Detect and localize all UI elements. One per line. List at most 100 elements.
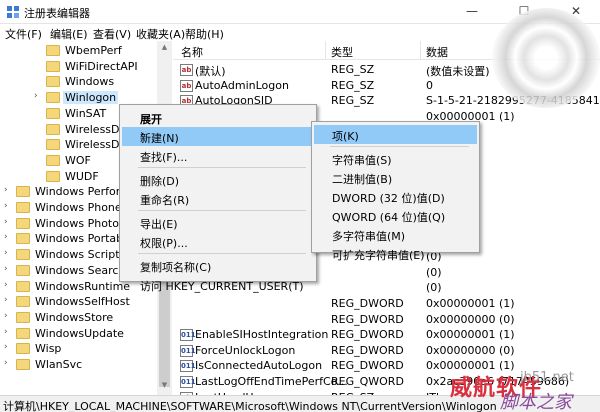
menu-item[interactable]: 删除(D)	[122, 170, 314, 189]
menu-item[interactable]: 新建(N) ›	[122, 127, 314, 146]
folder-icon	[46, 107, 60, 119]
menu-item[interactable]: QWORD (64 位)值(Q)	[314, 206, 477, 225]
tree-item-label: Windows Script	[35, 248, 120, 262]
expand-arrow-icon[interactable]: ›	[4, 248, 14, 258]
menu-item[interactable]: 多字符串值(M)	[314, 225, 477, 244]
tree-item[interactable]: › WlanSvc	[4, 357, 171, 373]
value-type: REG_DWORD	[331, 359, 404, 373]
tree-item[interactable]: › WindowsUpdate	[4, 326, 171, 342]
expand-arrow-icon[interactable]: ›	[4, 185, 14, 195]
value-data: 0x00000001 (1)	[426, 328, 515, 342]
column-type[interactable]: 类型	[331, 44, 353, 60]
expand-arrow-icon[interactable]: ›	[4, 201, 14, 211]
expand-arrow-icon[interactable]: ›	[4, 264, 14, 274]
menu-item-label: 复制项名称(C)	[140, 261, 212, 274]
menu-item-label: 重命名(R)	[140, 194, 190, 207]
folder-icon	[46, 76, 60, 88]
string-value-icon: ab	[180, 64, 193, 76]
tree-item-label: WinSAT	[65, 106, 107, 120]
expand-arrow-icon[interactable]: ›	[4, 295, 14, 305]
scroll-down-icon[interactable]: ▼	[157, 381, 172, 393]
value-row[interactable]: REG_DWORD 0x00000000 (0)	[173, 312, 600, 328]
menu-view[interactable]: 查看(V)	[93, 26, 131, 42]
menu-item[interactable]: 复制项名称(C)	[122, 256, 314, 275]
menu-edit[interactable]: 编辑(E)	[50, 26, 88, 42]
value-type: REG_DWORD	[331, 343, 404, 357]
expand-arrow-icon[interactable]: ›	[34, 91, 44, 101]
tree-item-label: Windows Search	[35, 263, 126, 277]
value-type: REG_SZ	[331, 63, 375, 76]
watermark-url: jb51.net	[520, 370, 574, 385]
menu-item[interactable]: 导出(E)	[122, 213, 314, 232]
value-row[interactable]: 011 EnableSIHostIntegration REG_DWORD 0x000…	[173, 327, 600, 343]
tree-item[interactable]: › WindowsSelfHost	[4, 294, 171, 310]
expand-arrow-icon[interactable]: ›	[4, 327, 14, 337]
folder-icon	[16, 217, 30, 229]
minimize-button[interactable]: —	[456, 0, 488, 24]
menu-item[interactable]: DWORD (32 位)值(D)	[314, 187, 477, 206]
tree-item[interactable]: › WindowsStore	[4, 310, 171, 326]
folder-icon	[46, 45, 60, 56]
value-name: (默认)	[195, 65, 226, 78]
menu-item[interactable]: 权限(P)...	[122, 232, 314, 251]
folder-icon	[16, 249, 30, 261]
menu-item[interactable]: 重命名(R)	[122, 189, 314, 208]
value-name: ForceUnlockLogon	[195, 343, 296, 357]
value-type: REG_DWORD	[331, 297, 404, 310]
menu-item-label: 导出(E)	[140, 218, 178, 231]
menu-help[interactable]: 帮助(H)	[185, 26, 224, 42]
expand-arrow-icon[interactable]: ›	[4, 280, 14, 290]
folder-icon	[16, 327, 30, 339]
menu-item-label: 查找(F)...	[140, 151, 188, 164]
submenu-arrow-icon: ›	[140, 129, 144, 140]
menu-item[interactable]: 访问 HKEY_CURRENT_USER(T)	[122, 275, 314, 294]
menu-item-label: QWORD (64 位)值(Q)	[332, 211, 446, 224]
menu-file[interactable]: 文件(F)	[5, 26, 42, 42]
expand-arrow-icon[interactable]: ›	[4, 217, 14, 227]
tree-item[interactable]: Windows	[34, 74, 171, 90]
menu-item-label: 多字符串值(M)	[332, 230, 406, 243]
expand-arrow-icon[interactable]: ›	[4, 358, 14, 368]
value-name: AutoAdminLogon	[195, 78, 289, 92]
expand-arrow-icon[interactable]: ›	[4, 311, 14, 321]
value-type: REG_SZ	[331, 94, 375, 108]
value-row[interactable]: REG_DWORD 0x00000001 (1)	[173, 296, 600, 312]
tree-item-label: Windows	[65, 75, 115, 89]
menu-item-label: 字符串值(S)	[332, 154, 392, 167]
tree-item-label: WbemPerf	[65, 44, 122, 57]
tree-item[interactable]: WiFiDirectAPI	[34, 59, 171, 75]
tree-item[interactable]: › Wisp	[4, 341, 171, 357]
value-row[interactable]: 011 ForceUnlockLogon REG_DWORD 0x00000000 (…	[173, 343, 600, 359]
context-menu: 展开 新建(N) › 查找(F)... 删除(D) 重命名(R) 导出(E) 权限(P)...…	[119, 104, 317, 293]
value-type: REG_DWORD	[331, 328, 404, 342]
value-data: (数值未设置)	[426, 65, 490, 78]
menu-item[interactable]: 可扩充字符串值(E)	[314, 244, 477, 263]
menu-item-label: 项(K)	[332, 130, 359, 143]
value-type: REG_DWORD	[331, 312, 404, 326]
column-name[interactable]: 名称	[181, 44, 203, 60]
tree-item[interactable]: WbemPerf	[34, 43, 171, 59]
menu-item[interactable]: 查找(F)...	[122, 146, 314, 165]
scroll-up-icon[interactable]: ▲	[157, 43, 172, 55]
folder-icon	[16, 264, 30, 276]
menu-separator	[330, 146, 469, 147]
menu-item-label: 访问 HKEY_CURRENT_USER(T)	[140, 280, 304, 293]
expand-arrow-icon[interactable]: ›	[4, 342, 14, 352]
menu-item[interactable]: 字符串值(S)	[314, 149, 477, 168]
menu-favorites[interactable]: 收藏夹(A)	[136, 26, 185, 42]
menu-item[interactable]: 项(K)	[314, 125, 477, 144]
menu-item-label: 删除(D)	[140, 175, 180, 188]
menu-item-label: DWORD (32 位)值(D)	[332, 192, 445, 205]
menu-item[interactable]: 二进制值(B)	[314, 168, 477, 187]
value-type: REG_QWORD	[331, 375, 404, 388]
folder-icon	[16, 359, 30, 370]
string-value-icon: ab	[180, 79, 193, 92]
folder-icon	[46, 154, 60, 166]
expand-arrow-icon[interactable]: ›	[4, 232, 14, 242]
value-data: 0	[426, 78, 433, 92]
folder-icon	[16, 296, 30, 308]
tree-item-label: Wisp	[35, 342, 62, 356]
column-data[interactable]: 数据	[426, 44, 448, 60]
menu-item[interactable]: 展开	[122, 108, 314, 127]
menu-item-label: 二进制值(B)	[332, 173, 393, 186]
